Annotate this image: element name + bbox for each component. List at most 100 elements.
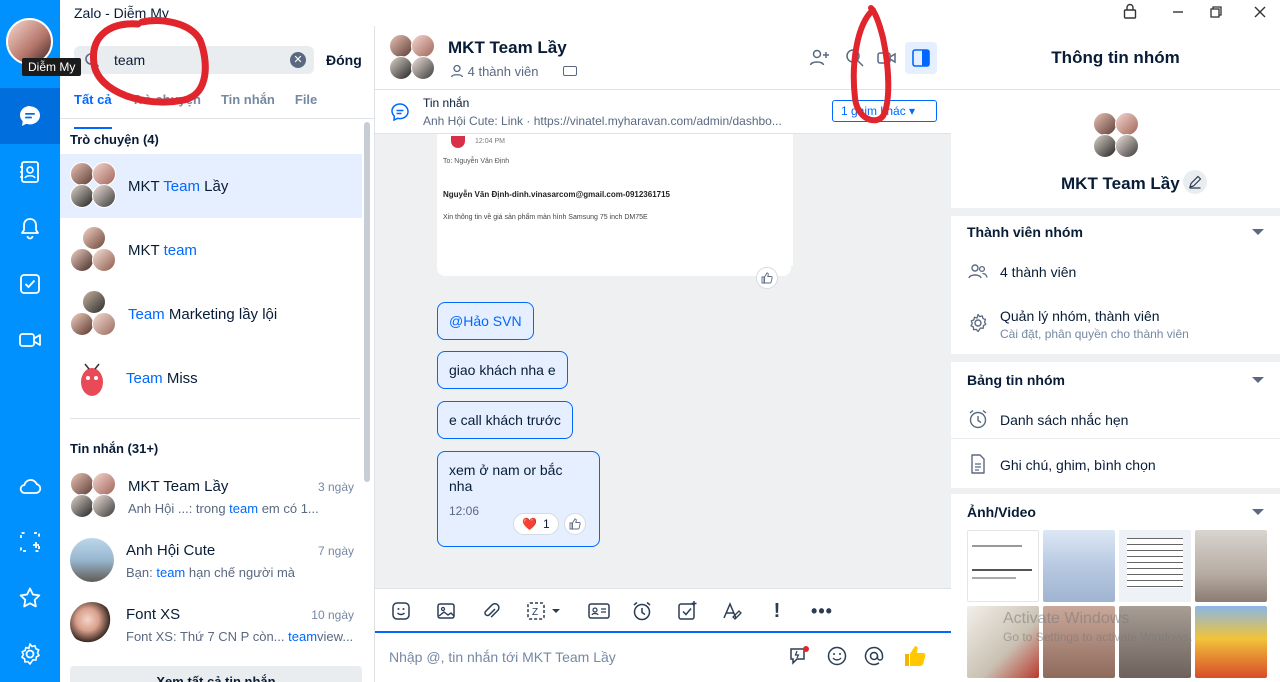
media-thumbnail[interactable]: [1119, 530, 1191, 602]
close-search-button[interactable]: Đóng: [326, 52, 362, 68]
tabs-divider: [60, 118, 375, 119]
sticker-icon[interactable]: [390, 600, 412, 622]
message-input-placeholder[interactable]: Nhập @, tin nhắn tới MKT Team Lầy: [389, 649, 616, 665]
member-count[interactable]: 4 thành viên: [1000, 264, 1076, 280]
message-bubble[interactable]: giao khách nha e: [437, 351, 568, 389]
edit-name-button[interactable]: [1183, 170, 1207, 194]
bell-icon[interactable]: [0, 200, 60, 256]
message-snippet: Bạn: team hạn chế người mà: [126, 565, 295, 580]
media-thumbnail[interactable]: [1195, 606, 1267, 678]
media-section-title[interactable]: Ảnh/Video: [967, 504, 1036, 520]
chat-title[interactable]: MKT Team Lầy: [448, 38, 567, 58]
info-header: Thông tin nhóm: [951, 26, 1280, 90]
minimize-icon[interactable]: [1168, 3, 1188, 23]
search-icon: [85, 53, 100, 68]
text-format-icon[interactable]: [721, 600, 743, 622]
tab-messages[interactable]: Tin nhắn: [221, 92, 275, 120]
board-section-title[interactable]: Bảng tin nhóm: [967, 372, 1065, 388]
members-section-title[interactable]: Thành viên nhóm: [967, 224, 1083, 240]
list-item[interactable]: Team Miss: [60, 346, 362, 410]
message-bubble[interactable]: e call khách trước: [437, 401, 573, 439]
contacts-icon[interactable]: [0, 144, 60, 200]
conversations-section-title: Trò chuyện (4): [70, 132, 159, 147]
more-options-icon[interactable]: •••: [811, 600, 833, 622]
pinned-text: Anh Hội Cute: Link · https://vinatel.myh…: [423, 114, 782, 128]
reminder-icon[interactable]: [631, 600, 653, 622]
search-input[interactable]: team ✕: [74, 46, 314, 74]
list-item[interactable]: Anh Hội Cute 7 ngày Bạn: team hạn chế ng…: [60, 528, 362, 592]
tag-icon[interactable]: [563, 66, 577, 76]
chevron-down-icon[interactable]: [1252, 377, 1264, 383]
group-avatar[interactable]: [1093, 112, 1141, 160]
list-item[interactable]: Font XS 10 ngày Font XS: Thứ 7 CN P còn.…: [60, 592, 362, 656]
media-thumbnail[interactable]: [1195, 530, 1267, 602]
list-item[interactable]: MKT team: [60, 218, 362, 282]
more-pins-button[interactable]: 1 ghim khác ▾: [832, 100, 937, 122]
settings-icon[interactable]: [0, 626, 60, 682]
emoji-icon[interactable]: [826, 645, 848, 667]
message-bubble[interactable]: @Hảo SVN: [437, 302, 534, 340]
toggle-info-panel-button[interactable]: [905, 42, 937, 74]
list-item[interactable]: MKT Team Lầy 3 ngày Anh Hội ...: trong t…: [60, 464, 362, 528]
tab-conversations[interactable]: Trò chuyện: [132, 92, 201, 120]
pinned-message-bar[interactable]: Tin nhắn Anh Hội Cute: Link · https://vi…: [375, 90, 951, 134]
message-input[interactable]: Nhập @, tin nhắn tới MKT Team Lầy: [375, 631, 951, 682]
contact-card-icon[interactable]: [586, 600, 612, 622]
note-icon: [971, 454, 985, 474]
mention-icon[interactable]: [863, 645, 885, 667]
email-screenshot-image[interactable]: 12:04 PM To: Nguyễn Văn Định Nguyễn Văn …: [437, 134, 793, 276]
like-icon[interactable]: [756, 267, 778, 289]
list-item[interactable]: MKT Team Lầy: [60, 154, 362, 218]
chevron-down-icon[interactable]: [1252, 229, 1264, 235]
chevron-down-icon[interactable]: [1252, 509, 1264, 515]
section-divider: [70, 418, 360, 419]
activate-windows-watermark: Activate Windows: [1003, 610, 1130, 627]
message-sender: Font XS: [126, 606, 181, 623]
reminders-link[interactable]: Danh sách nhắc hẹn: [1000, 412, 1128, 428]
quick-message-icon[interactable]: [788, 645, 810, 667]
add-member-icon[interactable]: [808, 46, 832, 70]
contact-avatar: [70, 602, 114, 646]
group-avatar: [70, 162, 118, 210]
group-avatar[interactable]: [389, 34, 437, 82]
star-icon[interactable]: [0, 570, 60, 626]
see-all-messages-button[interactable]: Xem tất cả tin nhắn: [70, 666, 362, 682]
chat-icon[interactable]: [0, 88, 60, 144]
search-icon[interactable]: [843, 46, 867, 70]
maximize-icon[interactable]: [1206, 3, 1226, 23]
message-snippet: Anh Hội ...: trong team em có 1...: [128, 501, 319, 516]
activate-windows-hint: Go to Settings to activate Windows.: [1003, 630, 1193, 644]
cloud-icon[interactable]: [0, 458, 60, 514]
image-icon[interactable]: [435, 600, 457, 622]
thumbs-up-icon[interactable]: [902, 643, 928, 669]
list-item[interactable]: Team Marketing lầy lội: [60, 282, 362, 346]
task-icon[interactable]: [676, 600, 698, 622]
todo-icon[interactable]: [0, 256, 60, 312]
nav-rail: [0, 0, 60, 682]
screenshot-icon[interactable]: [0, 514, 60, 570]
sidebar-toggle-icon: [912, 49, 930, 67]
clear-search-icon[interactable]: ✕: [290, 52, 306, 68]
media-thumbnail[interactable]: [1043, 530, 1115, 602]
sidebar-scrollbar[interactable]: [364, 122, 370, 482]
notes-link[interactable]: Ghi chú, ghim, bình chọn: [1000, 457, 1156, 473]
manage-group-link[interactable]: Quản lý nhóm, thành viên: [1000, 308, 1160, 324]
screenshot-icon[interactable]: Z: [525, 600, 565, 622]
member-count[interactable]: 4 thành viên: [450, 64, 538, 79]
search-value[interactable]: team: [114, 52, 145, 68]
video-call-icon[interactable]: [875, 46, 899, 70]
reaction-badge[interactable]: ❤️ 1: [513, 513, 559, 535]
media-thumbnail[interactable]: [967, 530, 1039, 602]
video-icon[interactable]: [0, 312, 60, 368]
tab-all[interactable]: Tất cả: [74, 92, 112, 129]
lock-icon[interactable]: [1120, 3, 1140, 23]
like-icon[interactable]: [564, 513, 586, 535]
attachment-icon[interactable]: [480, 600, 502, 622]
gear-icon: [970, 313, 987, 333]
conversation-sidebar: team ✕ Đóng Tất cả Trò chuyện Tin nhắn F…: [60, 26, 375, 682]
urgent-icon[interactable]: !: [766, 600, 788, 622]
members-section: Thành viên nhóm 4 thành viên Quản lý nhó…: [951, 216, 1280, 354]
close-icon[interactable]: [1250, 3, 1270, 23]
group-summary: MKT Team Lầy: [951, 90, 1280, 208]
tab-files[interactable]: File: [295, 92, 317, 120]
